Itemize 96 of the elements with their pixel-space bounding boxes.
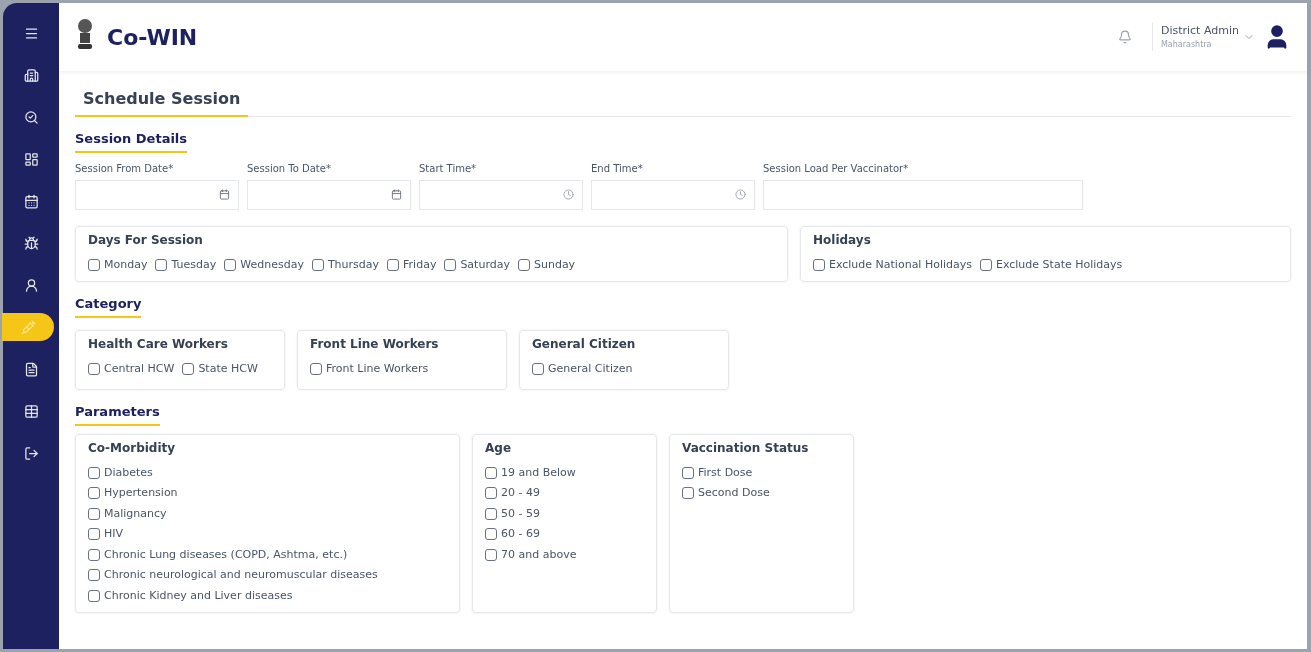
- checkbox[interactable]: [155, 258, 168, 271]
- checkbox-option[interactable]: Chronic Kidney and Liver diseases: [88, 587, 447, 604]
- checkbox[interactable]: [311, 258, 324, 271]
- checkbox-option[interactable]: Central HCW: [88, 360, 175, 377]
- group-title: Age: [485, 439, 512, 457]
- input-field[interactable]: [763, 179, 1083, 210]
- checkbox[interactable]: [813, 258, 825, 271]
- file-icon: [23, 361, 39, 377]
- bell-icon[interactable]: [1117, 30, 1132, 44]
- input-field[interactable]: [75, 179, 239, 210]
- checkbox-option[interactable]: Thursday: [311, 256, 380, 273]
- checkbox[interactable]: [444, 258, 457, 271]
- checkbox[interactable]: [182, 362, 195, 375]
- checkbox-option[interactable]: Front Line Workers: [310, 360, 429, 377]
- input-field[interactable]: [591, 179, 755, 210]
- checkbox-option[interactable]: Exclude State Holidays: [980, 256, 1123, 273]
- checkbox-option[interactable]: First Dose: [682, 464, 841, 481]
- checkbox[interactable]: [485, 507, 497, 520]
- checkbox-option[interactable]: Wednesday: [224, 256, 304, 273]
- checkbox-option[interactable]: 70 and above: [485, 546, 644, 563]
- search-icon: [23, 109, 39, 125]
- checkbox-option[interactable]: 20 - 49: [485, 485, 644, 502]
- checkbox-option[interactable]: Second Dose: [682, 485, 841, 502]
- checkbox[interactable]: [224, 258, 237, 271]
- field-label: Start Time*: [419, 161, 478, 176]
- field-label: End Time*: [591, 161, 644, 176]
- checkbox-option[interactable]: HIV: [88, 526, 447, 543]
- checkbox-option[interactable]: Monday: [88, 256, 148, 273]
- page-title: Schedule Session: [75, 87, 249, 117]
- field-label: Session Load Per Vaccinator*: [763, 161, 910, 176]
- checkbox-option[interactable]: Malignancy: [88, 505, 447, 522]
- calendar-icon: [23, 193, 39, 209]
- checkbox[interactable]: [88, 589, 100, 602]
- syringe-icon: [20, 319, 36, 335]
- checkbox[interactable]: [88, 548, 100, 561]
- checkbox[interactable]: [88, 362, 100, 375]
- checkbox[interactable]: [88, 258, 100, 271]
- checkbox-option[interactable]: 60 - 69: [485, 526, 644, 543]
- section-title: Category: [75, 294, 142, 318]
- checkbox[interactable]: [485, 528, 497, 541]
- group-title: Co-Morbidity: [88, 439, 177, 457]
- checkbox[interactable]: [682, 466, 694, 479]
- logout-icon: [23, 445, 39, 461]
- user-name: District Admin: [1160, 22, 1239, 39]
- building-icon: [23, 67, 39, 83]
- dashboard-icon: [23, 151, 39, 167]
- checkbox-option[interactable]: Chronic Lung diseases (COPD, Ashtma, etc.): [88, 546, 447, 563]
- input-field[interactable]: [419, 179, 583, 210]
- checkbox-option[interactable]: State HCW: [182, 360, 258, 377]
- group-title: Holidays: [813, 231, 872, 249]
- group-title: Days For Session: [88, 231, 204, 249]
- menu-icon: [23, 25, 39, 41]
- user-icon: [23, 277, 39, 293]
- checkbox[interactable]: [88, 487, 100, 500]
- user-subtitle: Maharashtra: [1160, 39, 1213, 52]
- checkbox[interactable]: [980, 258, 992, 271]
- input-field[interactable]: [247, 179, 411, 210]
- checkbox[interactable]: [485, 466, 497, 479]
- logo-text: Co-WIN: [107, 23, 198, 52]
- group-title: Front Line Workers: [310, 335, 440, 353]
- bug-icon: [23, 235, 39, 251]
- checkbox[interactable]: [485, 487, 497, 500]
- checkbox[interactable]: [88, 569, 100, 582]
- section-title: Session Details: [75, 129, 188, 153]
- checkbox-option[interactable]: General Citizen: [532, 360, 633, 377]
- checkbox[interactable]: [485, 548, 497, 561]
- checkbox-option[interactable]: Diabetes: [88, 464, 447, 481]
- checkbox-option[interactable]: Tuesday: [155, 256, 217, 273]
- checkbox[interactable]: [387, 258, 400, 271]
- checkbox-option[interactable]: 50 - 59: [485, 505, 644, 522]
- clock-icon: [563, 189, 574, 200]
- checkbox[interactable]: [88, 528, 100, 541]
- checkbox-option[interactable]: Chronic neurological and neuromuscular diseases: [88, 567, 447, 584]
- group-title: Health Care Workers: [88, 335, 229, 353]
- group-title: General Citizen: [532, 335, 637, 353]
- checkbox-option[interactable]: Friday: [387, 256, 437, 273]
- checkbox-option[interactable]: Sunday: [517, 256, 576, 273]
- checkbox[interactable]: [88, 466, 100, 479]
- checkbox-option[interactable]: 19 and Below: [485, 464, 644, 481]
- clock-icon: [735, 189, 746, 200]
- checkbox[interactable]: [682, 487, 694, 500]
- field-label: Session To Date*: [247, 161, 332, 176]
- sidebar-item[interactable]: [2, 313, 54, 341]
- checkbox-option[interactable]: Hypertension: [88, 485, 447, 502]
- checkbox[interactable]: [517, 258, 530, 271]
- checkbox-option[interactable]: Exclude National Holidays: [813, 256, 972, 273]
- checkbox[interactable]: [532, 362, 544, 375]
- table-icon: [23, 403, 39, 419]
- checkbox-option[interactable]: Saturday: [444, 256, 510, 273]
- group-title: Vaccination Status: [682, 439, 810, 457]
- section-title: Parameters: [75, 402, 160, 426]
- calendar-icon: [219, 189, 230, 200]
- field-label: Session From Date*: [75, 161, 175, 176]
- checkbox[interactable]: [88, 507, 100, 520]
- checkbox[interactable]: [310, 362, 322, 375]
- calendar-icon: [391, 189, 402, 200]
